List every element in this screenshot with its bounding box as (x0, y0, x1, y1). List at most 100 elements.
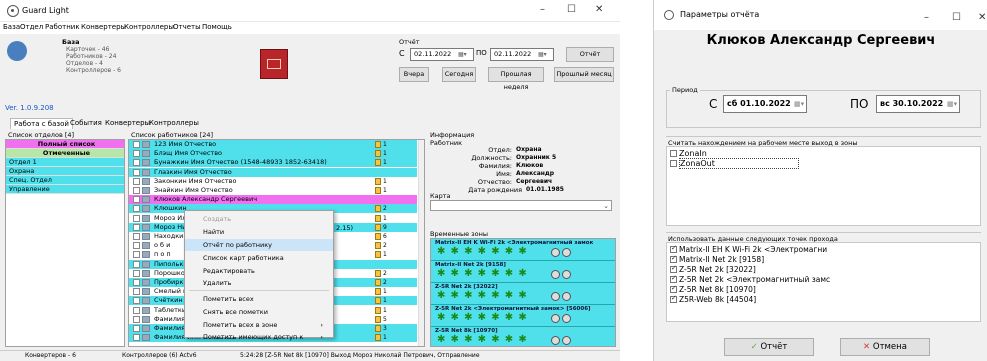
employee-checkbox[interactable] (133, 306, 140, 314)
employee-row[interactable]: Бунажкин Имя Отчество (1548-48933 1852-6… (129, 158, 417, 168)
employee-checkbox[interactable] (133, 315, 140, 323)
employee-checkbox[interactable] (133, 269, 140, 277)
point-checkbox[interactable] (670, 294, 677, 303)
employee-checkbox[interactable] (133, 150, 140, 158)
employee-checkbox[interactable] (133, 279, 140, 286)
dept-item-special[interactable]: Спец. Отдел (6, 176, 124, 185)
tab-database[interactable]: Работа с базой (10, 118, 73, 129)
employee-checkbox[interactable] (133, 187, 140, 194)
time-zone-row[interactable]: Z-5R Net 2k [32022] ✱ ✱ ✱ ✱ ✱ ✱ ✱ (431, 283, 615, 305)
menu-pomoshch[interactable]: Помощь (202, 23, 232, 31)
tab-controllers[interactable]: Контроллеры (146, 118, 202, 129)
employee-list-scrollbar[interactable] (418, 140, 424, 346)
context-menu-item[interactable]: Пометить всех (185, 293, 333, 305)
menu-otchety[interactable]: Отчеты (173, 23, 201, 31)
menu-otdel[interactable]: Отдел (20, 23, 43, 31)
point-checkbox[interactable] (670, 244, 677, 253)
employee-checkbox[interactable] (133, 223, 140, 231)
zone-checkbox[interactable] (670, 160, 677, 167)
app-logo-icon (664, 10, 674, 20)
calendar-icon[interactable]: ▦▾ (458, 51, 467, 58)
employee-checkbox[interactable] (133, 325, 140, 332)
menu-rabotnik[interactable]: Работник (45, 23, 80, 31)
context-menu-label: Пометить всех (203, 295, 254, 303)
dept-item-guard[interactable]: Охрана (6, 167, 124, 176)
menu-konvertery[interactable]: Конвертеры (81, 23, 126, 31)
toggle-icon[interactable] (551, 248, 560, 257)
employee-checkbox[interactable] (133, 233, 140, 240)
employee-checkbox[interactable] (133, 205, 140, 213)
dept-item-management[interactable]: Управление (6, 185, 124, 194)
point-checkbox[interactable] (670, 274, 677, 283)
close-icon[interactable]: ✕ (595, 4, 603, 15)
employee-checkbox[interactable] (133, 242, 140, 250)
employee-checkbox[interactable] (133, 177, 140, 185)
context-menu-item[interactable]: Редактировать (185, 265, 333, 277)
close-icon[interactable]: ✕ (978, 12, 986, 23)
point-checkbox[interactable] (670, 254, 677, 263)
calendar-icon[interactable]: ▦▾ (794, 100, 804, 108)
toggle-icon[interactable] (562, 314, 571, 323)
context-menu-item[interactable]: Отчёт по работнику (185, 239, 333, 251)
toggle-icon[interactable] (562, 336, 571, 345)
employee-checkbox[interactable] (133, 288, 140, 296)
employee-row[interactable]: Знайкин Имя Отчество 1 (129, 186, 417, 195)
menu-kontrollery[interactable]: Контроллеры (124, 23, 174, 31)
toggle-icon[interactable] (551, 314, 560, 323)
context-menu-item[interactable]: Создать (185, 213, 333, 225)
employee-row[interactable]: Законкин Имя Отчество 1 (129, 176, 417, 186)
cancel-button[interactable]: ✕ Отмена (840, 338, 930, 356)
employee-checkbox[interactable] (133, 251, 140, 259)
minimize-icon[interactable]: – (924, 12, 929, 23)
calendar-icon[interactable]: ▦▾ (538, 51, 547, 58)
context-menu-item[interactable]: Найти (185, 226, 333, 238)
maximize-icon[interactable]: ☐ (567, 4, 576, 15)
toggle-icon[interactable] (562, 292, 571, 301)
employee-checkbox[interactable] (133, 214, 140, 222)
last-month-button[interactable]: Прошлый месяц (554, 67, 614, 82)
dept-item-otdel1[interactable]: Отдел 1 (6, 158, 124, 167)
time-zone-row[interactable]: Matrix-II EH K Wi-Fi 2k <Электромагнитны… (431, 239, 615, 261)
employee-checkbox[interactable] (133, 159, 140, 167)
report-ok-button[interactable]: ✓ Отчёт (724, 338, 814, 356)
report-button[interactable]: Отчёт (566, 47, 614, 62)
employee-row[interactable]: 123 Имя Отчество 1 (129, 140, 417, 149)
tab-events[interactable]: События (67, 118, 105, 129)
point-checkbox[interactable] (670, 264, 677, 273)
time-zone-row[interactable]: Z-5R Net 8k [10970] ✱ ✱ ✱ ✱ ✱ ✱ ✱ (431, 327, 615, 346)
context-menu-item[interactable]: Пометить имеющих доступ к › (185, 331, 333, 343)
last-week-button[interactable]: Прошлая неделя (488, 67, 544, 91)
context-menu-item[interactable]: Удалить (185, 277, 333, 289)
today-button[interactable]: Сегодня (442, 67, 476, 82)
employee-name: Смелый и (154, 287, 188, 296)
employee-checkbox[interactable] (133, 260, 140, 268)
employee-row[interactable]: Блэщ Имя Отчество 1 (129, 149, 417, 159)
context-menu-item[interactable]: Снять все пометки (185, 306, 333, 318)
context-menu-item[interactable]: Список карт работника (185, 252, 333, 264)
time-zone-row[interactable]: Matrix-II Net 2k [9158] ✱ ✱ ✱ ✱ ✱ ✱ ✱ (431, 261, 615, 283)
employee-checkbox[interactable] (133, 334, 140, 342)
toggle-icon[interactable] (551, 292, 560, 301)
toggle-icon[interactable] (551, 270, 560, 279)
employee-row[interactable]: Клюков Александр Сергеевич (129, 195, 417, 205)
zone-checkbox[interactable] (670, 150, 677, 157)
minimize-icon[interactable]: – (540, 4, 545, 15)
employee-checkbox[interactable] (133, 297, 140, 305)
employee-checkbox[interactable] (133, 196, 140, 204)
toggle-icon[interactable] (562, 248, 571, 257)
employee-checkbox[interactable] (133, 141, 140, 148)
yesterday-button[interactable]: Вчера (399, 67, 429, 82)
point-checkbox[interactable] (670, 284, 677, 293)
employee-row[interactable]: Глазкин Имя Отчество (129, 167, 417, 177)
toggle-icon[interactable] (551, 336, 560, 345)
calendar-icon[interactable]: ▦▾ (947, 100, 957, 108)
context-menu-item[interactable]: Пометить всех в зоне › (185, 319, 333, 331)
card-select[interactable]: ⌄ (430, 200, 612, 211)
time-zone-row[interactable]: Z-5R Net 2k <Электромагнитный замок> [56… (431, 305, 615, 327)
employee-checkbox[interactable] (133, 168, 140, 176)
dept-item-marked[interactable]: Отмеченные (6, 149, 124, 158)
toggle-icon[interactable] (562, 270, 571, 279)
maximize-icon[interactable]: ☐ (952, 12, 961, 23)
dept-item-all[interactable]: Полный список (6, 140, 124, 149)
menu-baza[interactable]: База (3, 23, 20, 31)
